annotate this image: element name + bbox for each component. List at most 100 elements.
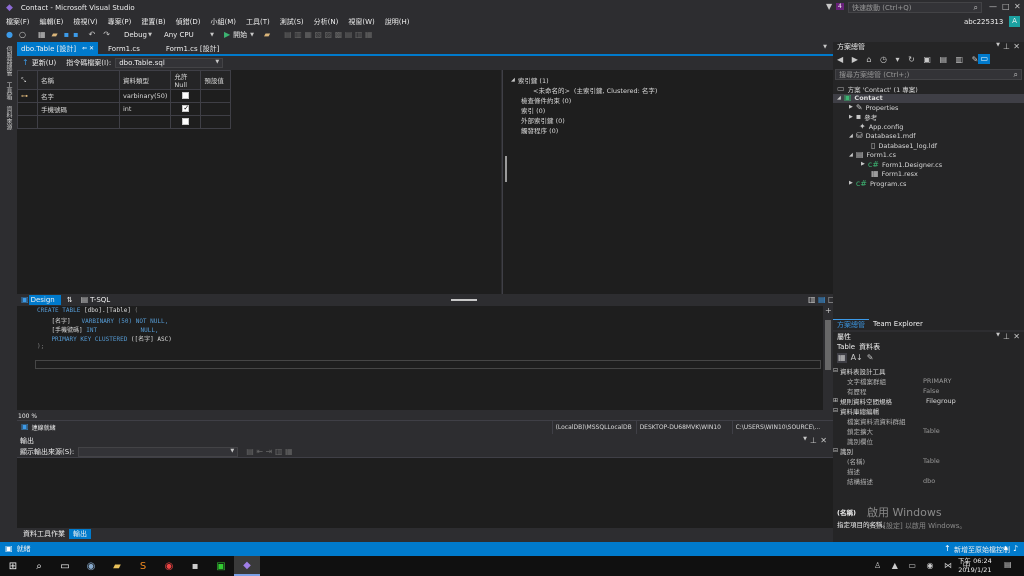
- foreign-keys-node[interactable]: 外部索引鍵 (0): [511, 115, 833, 125]
- expanded-icon[interactable]: ◢: [849, 133, 853, 139]
- menu-help[interactable]: 說明(H): [385, 17, 410, 27]
- primary-key-node[interactable]: <未命名的> (主索引鍵, Clustered: 名字): [511, 85, 833, 95]
- tab-team-explorer[interactable]: Team Explorer: [869, 320, 927, 328]
- index-keys-node[interactable]: ◢ 索引鍵 (1): [511, 75, 833, 85]
- data-sources-tab[interactable]: 資料來源: [4, 106, 13, 130]
- chevron-down-icon[interactable]: ▼: [250, 32, 254, 38]
- tree-app-config[interactable]: ✦ App.config: [833, 122, 1024, 132]
- split-editor-icon[interactable]: +: [825, 307, 832, 315]
- menu-test[interactable]: 測試(S): [280, 17, 304, 27]
- tree-database-log[interactable]: ▯ Database1_log.ldf: [833, 141, 1024, 151]
- new-project-icon[interactable]: ▦: [38, 31, 46, 39]
- undo-icon[interactable]: ↶: [89, 31, 96, 39]
- triggers-node[interactable]: 觸發程序 (0): [511, 125, 833, 135]
- minimize-button[interactable]: —: [989, 3, 997, 11]
- menu-file[interactable]: 檔案(F): [6, 17, 30, 27]
- tree-project[interactable]: ◢ ▣ Contact: [833, 93, 1024, 103]
- save-icon[interactable]: ▪: [64, 31, 69, 39]
- cell-default[interactable]: [200, 89, 232, 103]
- collapsed-icon[interactable]: ▶: [849, 114, 853, 120]
- close-icon[interactable]: ✕: [1013, 333, 1020, 341]
- cell-name[interactable]: 名字: [37, 89, 120, 103]
- chevron-up-icon[interactable]: ▲: [1004, 546, 1008, 551]
- update-icon[interactable]: ↑: [22, 58, 29, 67]
- collapsed-icon[interactable]: ▶: [849, 105, 853, 110]
- panel-splitter[interactable]: [505, 156, 507, 182]
- platform-dropdown[interactable]: Any CPU ▼: [159, 30, 218, 40]
- scroll-thumb[interactable]: [825, 320, 831, 370]
- cell-type[interactable]: int: [118, 102, 172, 116]
- table-row[interactable]: ⊶ 名字 varbinary(50): [17, 89, 232, 103]
- tab-tsql[interactable]: T-SQL: [90, 296, 110, 304]
- search-icon[interactable]: ⌕: [26, 556, 52, 576]
- forward-icon[interactable]: ○: [19, 31, 26, 39]
- source-control-button[interactable]: 新增至原始檔控制: [954, 545, 1010, 555]
- tree-database-mdf[interactable]: ◢ ⛁ Database1.mdf: [833, 132, 1024, 142]
- window-menu-icon[interactable]: ▼: [803, 437, 807, 442]
- expand-icon[interactable]: ◢: [511, 77, 515, 83]
- cell-type[interactable]: [118, 115, 172, 129]
- maximize-button[interactable]: □: [1002, 3, 1010, 11]
- menu-tools[interactable]: 工具(T): [246, 17, 270, 27]
- col-header-type[interactable]: 資料類型: [118, 70, 172, 90]
- property-row[interactable]: 結構描述 dbo: [833, 476, 1024, 486]
- solution-toolbar-icons[interactable]: ◀ ▶ ⌂ ◷ ▾ ↻ ▣ ▤ ▥ ✎: [837, 56, 981, 64]
- menu-project[interactable]: 專案(P): [108, 17, 132, 27]
- pin-icon[interactable]: ⊥: [1003, 333, 1010, 341]
- property-row[interactable]: 描述: [833, 466, 1024, 476]
- menu-team[interactable]: 小組(M): [210, 17, 236, 27]
- tree-program[interactable]: ▶ c# Program.cs: [833, 179, 1024, 189]
- tab-solution-explorer[interactable]: 方案總管: [833, 318, 869, 330]
- output-source-dropdown[interactable]: ▼: [78, 446, 239, 457]
- quick-launch-input[interactable]: 快速啟動 (Ctrl+Q) ⌕: [848, 2, 982, 13]
- clock[interactable]: 下午 06:24 2019/1/21: [958, 557, 992, 575]
- property-pages-icon[interactable]: ✎: [867, 354, 874, 362]
- config-dropdown[interactable]: Debug ▼: [119, 30, 156, 40]
- zoom-level[interactable]: 100 %: [18, 413, 37, 420]
- tree-solution[interactable]: ▭ 方案 'Contact' (1 專案): [833, 84, 1024, 94]
- group-database-editing[interactable]: ⊟ 資料庫總編輯: [833, 406, 1024, 417]
- update-button[interactable]: 更新(U): [32, 58, 57, 68]
- menu-build[interactable]: 建置(B): [141, 17, 165, 27]
- window-menu-icon[interactable]: ▼: [996, 333, 1000, 338]
- tab-output[interactable]: 輸出: [69, 529, 91, 539]
- window-menu-icon[interactable]: ▼: [996, 43, 1000, 48]
- col-header-default[interactable]: 預設值: [200, 70, 232, 90]
- indexes-node[interactable]: 索引 (0): [511, 105, 833, 115]
- tab-data-tools[interactable]: 資料工具作業: [19, 529, 69, 539]
- horizontal-split-icon[interactable]: ▤: [818, 296, 826, 304]
- table-row[interactable]: 手機號碼 int: [17, 102, 232, 116]
- chrome-icon[interactable]: ◉: [156, 556, 182, 576]
- col-header-name[interactable]: 名稱: [37, 70, 120, 90]
- expanded-icon[interactable]: ◢: [849, 152, 853, 158]
- notification-badge[interactable]: 4: [836, 3, 844, 10]
- close-icon[interactable]: ✕: [820, 437, 827, 445]
- group-regular-dataspace[interactable]: ⊞ 規則資料空間規格 Filegroup: [833, 396, 1024, 406]
- pin-close-icon[interactable]: ⇐ ✕: [82, 45, 94, 52]
- tree-form1-designer[interactable]: ▶ c# Form1.Designer.cs: [833, 160, 1024, 170]
- menu-view[interactable]: 檢視(V): [73, 17, 97, 27]
- tree-form1[interactable]: ◢ ▤ Form1.cs: [833, 151, 1024, 161]
- line-icon[interactable]: ▣: [208, 556, 234, 576]
- avatar[interactable]: A: [1009, 16, 1020, 27]
- pin-icon[interactable]: ⊥: [1003, 43, 1010, 51]
- notifications-icon[interactable]: ♪: [1013, 545, 1018, 553]
- nullable-checkbox[interactable]: [182, 104, 190, 112]
- cell-type[interactable]: varbinary(50): [118, 89, 172, 103]
- play-icon[interactable]: ▶: [224, 31, 230, 39]
- menu-analyze[interactable]: 分析(N): [314, 17, 339, 27]
- task-view-icon[interactable]: ▭: [52, 556, 78, 576]
- cell-default[interactable]: [200, 102, 232, 116]
- row-selector[interactable]: [17, 115, 38, 129]
- script-file-dropdown[interactable]: dbo.Table.sql ▼: [115, 57, 224, 68]
- close-button[interactable]: ✕: [1014, 3, 1021, 11]
- user-name[interactable]: abc225313: [964, 18, 1003, 26]
- toolbox-tab[interactable]: 工具箱: [4, 82, 13, 100]
- preview-icon[interactable]: ▭: [978, 54, 990, 64]
- tree-references[interactable]: ▶ ▪ 參考: [833, 113, 1024, 123]
- save-all-icon[interactable]: ▪: [73, 31, 78, 39]
- group-table-designer[interactable]: ⊟ 資料表設計工具: [833, 366, 1024, 377]
- file-explorer-icon[interactable]: ▰: [104, 556, 130, 576]
- property-row[interactable]: 檔案資料流資料群組: [833, 416, 1024, 426]
- tree-properties[interactable]: ▶ ✎ Properties: [833, 103, 1024, 113]
